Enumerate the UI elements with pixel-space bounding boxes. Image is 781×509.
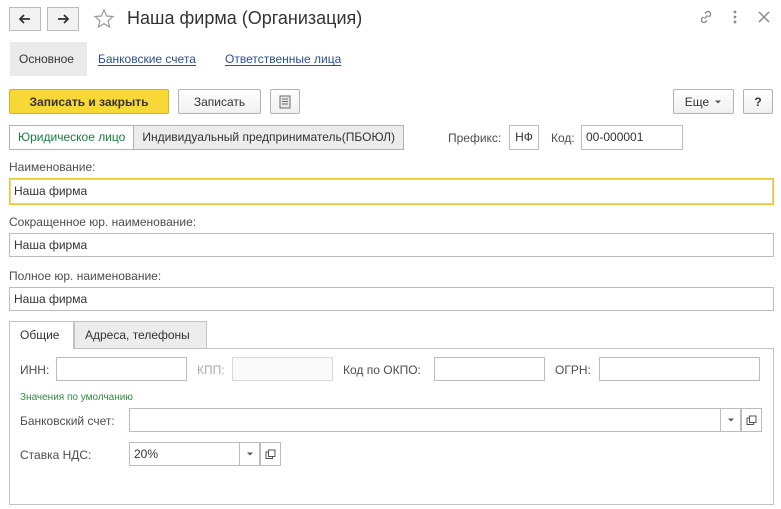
name-input[interactable]: Наша фирма <box>9 178 774 205</box>
vat-rate-dropdown[interactable] <box>239 443 259 465</box>
okpo-label: Код по ОКПО: <box>343 363 421 377</box>
chevron-down-icon <box>246 452 253 456</box>
prefix-input[interactable]: НФ <box>509 125 539 150</box>
code-label: Код: <box>551 131 575 145</box>
form-tab-bank-accounts[interactable]: Банковские счета <box>98 42 196 76</box>
bank-account-label: Банковский счет: <box>20 414 115 428</box>
star-icon[interactable] <box>93 8 115 30</box>
short-name-label: Сокращенное юр. наименование: <box>9 215 197 229</box>
bank-account-dropdown[interactable] <box>720 409 740 431</box>
back-arrow-icon <box>18 14 30 24</box>
chevron-down-icon <box>715 100 722 103</box>
list-button[interactable] <box>270 89 300 114</box>
inn-input[interactable] <box>56 357 187 381</box>
more-menu-button[interactable]: Еще <box>673 89 734 114</box>
defaults-header: Значения по умолчанию <box>20 392 133 403</box>
bank-account-open-button[interactable] <box>741 408 762 432</box>
close-icon[interactable] <box>757 9 771 25</box>
ogrn-label: ОГРН: <box>555 363 591 377</box>
organization-type-toggle: Юридическое лицо Индивидуальный предприн… <box>9 125 404 150</box>
more-vertical-icon[interactable] <box>730 9 740 25</box>
tab-addresses-phones[interactable]: Адреса, телефоны <box>74 321 207 349</box>
vat-rate-select[interactable]: 20% <box>129 442 260 466</box>
kpp-input <box>232 357 333 381</box>
form-tab-main[interactable]: Основное <box>10 42 87 76</box>
toggle-individual-entrepreneur[interactable]: Индивидуальный предприниматель(ПБОЮЛ) <box>133 125 404 150</box>
help-button[interactable]: ? <box>743 89 773 114</box>
bank-account-select[interactable] <box>129 408 741 432</box>
vat-rate-open-button[interactable] <box>260 442 281 466</box>
form-tab-responsible-persons[interactable]: Ответственные лица <box>225 42 341 76</box>
vat-rate-value: 20% <box>134 447 159 461</box>
open-window-icon <box>746 415 757 425</box>
full-name-label: Полное юр. наименование: <box>9 269 162 283</box>
short-name-input[interactable]: Наша фирма <box>9 233 774 257</box>
okpo-input[interactable] <box>434 357 545 381</box>
name-label: Наименование: <box>9 160 96 174</box>
save-button[interactable]: Записать <box>178 89 261 114</box>
chevron-down-icon <box>727 418 734 422</box>
window-title: Наша фирма (Организация) <box>127 8 363 28</box>
forward-arrow-icon <box>58 14 70 24</box>
kpp-label: КПП: <box>197 363 225 377</box>
full-name-input[interactable]: Наша фирма <box>9 287 774 311</box>
vat-rate-label: Ставка НДС: <box>20 448 92 462</box>
inn-label: ИНН: <box>20 363 50 377</box>
prefix-label: Префикс: <box>448 131 502 145</box>
link-icon[interactable] <box>698 9 714 25</box>
list-icon <box>279 95 291 108</box>
tab-general[interactable]: Общие <box>9 321 74 349</box>
toggle-legal-entity[interactable]: Юридическое лицо <box>9 125 134 150</box>
more-label: Еще <box>684 94 710 109</box>
forward-button[interactable] <box>47 7 79 31</box>
save-and-close-button[interactable]: Записать и закрыть <box>9 89 169 114</box>
back-button[interactable] <box>9 7 41 31</box>
ogrn-input[interactable] <box>599 357 760 381</box>
open-window-icon <box>265 449 276 459</box>
code-input[interactable]: 00-000001 <box>581 125 683 150</box>
